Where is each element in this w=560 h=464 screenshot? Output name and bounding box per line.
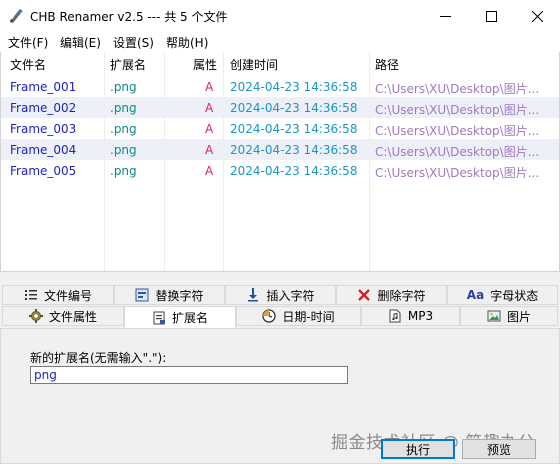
cell-attr: A <box>205 80 214 94</box>
extension-input[interactable] <box>30 366 348 384</box>
tab-label: 替换字符 <box>155 288 204 303</box>
execute-button[interactable]: 执行 <box>381 439 455 459</box>
app-icon <box>10 9 23 23</box>
tab-mp3[interactable]: MP3 <box>361 306 460 326</box>
cell-time: 2024-04-23 14:36:58 <box>230 122 358 136</box>
cell-name: Frame_004 <box>10 143 77 157</box>
tab-label: 日期-时间 <box>282 309 335 324</box>
cell-name: Frame_001 <box>10 80 77 94</box>
cell-time: 2024-04-23 14:36:58 <box>230 101 358 115</box>
tab-file-attributes[interactable]: 文件属性 <box>2 306 124 326</box>
table-row[interactable]: Frame_002 .png A 2024-04-23 14:36:58 C:\… <box>1 97 559 118</box>
header-path[interactable]: 路径 <box>375 56 399 73</box>
tab-row-2: 文件属性 扩展名 日期-时间 MP3 图片 <box>0 306 560 328</box>
header-ext[interactable]: 扩展名 <box>110 56 146 73</box>
maximize-icon <box>485 10 497 22</box>
tab-label: 字母状态 <box>490 288 539 303</box>
close-button[interactable] <box>514 0 560 32</box>
tab-insert-chars[interactable]: 插入字符 <box>225 285 336 305</box>
list-numbered-icon <box>24 290 37 300</box>
minimize-icon <box>439 15 451 17</box>
tab-label: 文件编号 <box>43 288 92 303</box>
file-list[interactable]: 文件名 扩展名 属性 创建时间 路径 Frame_001 .png A 2024… <box>0 52 560 272</box>
cell-time: 2024-04-23 14:36:58 <box>230 164 358 178</box>
cell-path: C:\Users\XU\Desktop\图片... <box>375 82 540 96</box>
cell-time: 2024-04-23 14:36:58 <box>230 143 358 157</box>
table-row[interactable]: Frame_004 .png A 2024-04-23 14:36:58 C:\… <box>1 139 559 160</box>
menu-file[interactable]: 文件(F) <box>8 34 48 51</box>
window-title: CHB Renamer v2.5 --- 共 5 个文件 <box>30 10 228 24</box>
cell-name: Frame_005 <box>10 164 77 178</box>
gear-icon <box>28 309 43 323</box>
tab-label: 文件属性 <box>48 309 97 324</box>
cell-attr: A <box>205 122 214 136</box>
table-row[interactable]: Frame_005 .png A 2024-04-23 14:36:58 C:\… <box>1 160 559 181</box>
cell-ext: .png <box>110 122 137 136</box>
tab-delete-chars[interactable]: 删除字符 <box>336 285 447 305</box>
table-row[interactable]: Frame_001 .png A 2024-04-23 14:36:58 C:\… <box>1 76 559 97</box>
cell-name: Frame_003 <box>10 122 77 136</box>
cell-ext: .png <box>110 164 137 178</box>
extension-icon <box>153 311 165 324</box>
minimize-button[interactable] <box>422 0 468 32</box>
delete-x-icon <box>358 289 371 301</box>
close-icon <box>531 10 543 22</box>
menu-settings[interactable]: 设置(S) <box>113 34 154 51</box>
menu-bar: 文件(F) 编辑(E) 设置(S) 帮助(H) <box>0 32 560 52</box>
tab-letter-case[interactable]: Aa 字母状态 <box>447 285 558 305</box>
picture-icon <box>487 310 501 322</box>
tab-label: 插入字符 <box>266 288 315 303</box>
table-row[interactable]: Frame_003 .png A 2024-04-23 14:36:58 C:\… <box>1 118 559 139</box>
maximize-button[interactable] <box>468 0 514 32</box>
letter-case-icon: Aa <box>466 288 485 302</box>
cell-ext: .png <box>110 101 137 115</box>
cell-time: 2024-04-23 14:36:58 <box>230 80 358 94</box>
cell-ext: .png <box>110 143 137 157</box>
tab-label: 扩展名 <box>171 311 208 325</box>
cell-path: C:\Users\XU\Desktop\图片... <box>375 166 540 180</box>
cell-path: C:\Users\XU\Desktop\图片... <box>375 103 540 117</box>
preview-button[interactable]: 预览 <box>462 439 536 459</box>
new-extension-label: 新的扩展名(无需输入"."): <box>30 351 167 365</box>
cell-attr: A <box>205 101 214 115</box>
tab-replace-chars[interactable]: 替换字符 <box>114 285 225 305</box>
title-bar[interactable]: CHB Renamer v2.5 --- 共 5 个文件 <box>0 0 560 32</box>
header-attr[interactable]: 属性 <box>193 56 217 73</box>
tab-picture[interactable]: 图片 <box>460 306 558 326</box>
tab-label: MP3 <box>407 309 434 323</box>
menu-help[interactable]: 帮助(H) <box>166 34 208 51</box>
music-file-icon <box>389 309 401 323</box>
clock-icon <box>262 309 276 323</box>
header-time[interactable]: 创建时间 <box>230 56 278 73</box>
tab-row-1: 文件编号 替换字符 插入字符 删除字符 Aa 字母状态 <box>0 285 560 307</box>
cell-path: C:\Users\XU\Desktop\图片... <box>375 145 540 159</box>
cell-name: Frame_002 <box>10 101 77 115</box>
cell-path: C:\Users\XU\Desktop\图片... <box>375 124 540 138</box>
cell-attr: A <box>205 143 214 157</box>
tab-date-time[interactable]: 日期-时间 <box>236 306 361 326</box>
cell-ext: .png <box>110 80 137 94</box>
insert-down-arrow-icon <box>248 288 259 302</box>
header-name[interactable]: 文件名 <box>10 56 46 73</box>
menu-edit[interactable]: 编辑(E) <box>60 34 101 51</box>
tab-label: 删除字符 <box>377 288 426 303</box>
cell-attr: A <box>205 164 214 178</box>
tab-extension[interactable]: 扩展名 <box>124 306 236 328</box>
replace-icon <box>135 288 149 302</box>
tab-file-numbering[interactable]: 文件编号 <box>2 285 114 305</box>
tab-label: 图片 <box>506 309 531 324</box>
